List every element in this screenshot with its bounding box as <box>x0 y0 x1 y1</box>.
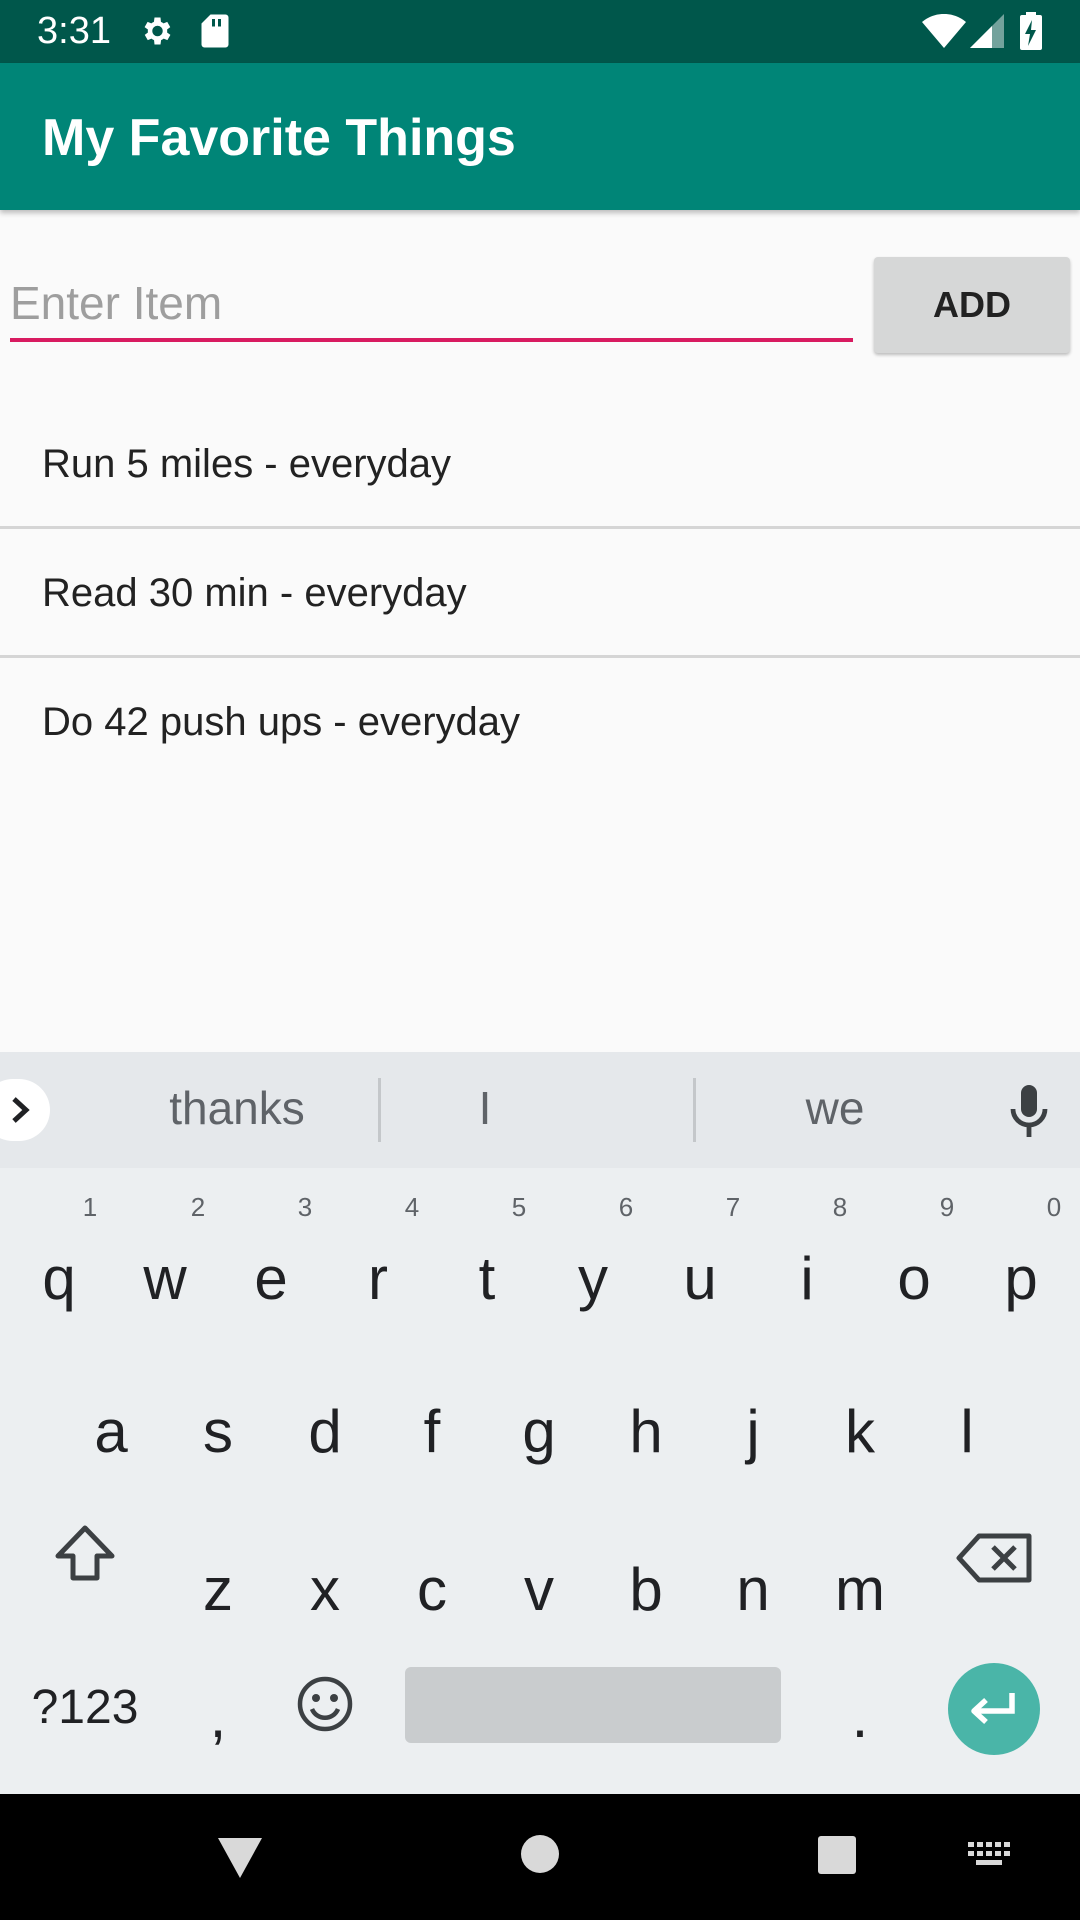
key-x[interactable]: x <box>280 1555 370 1625</box>
navigation-bar <box>0 1794 1080 1920</box>
status-bar: 3:31 <box>0 0 1080 63</box>
list-item[interactable]: Run 5 miles - everyday <box>0 400 1080 528</box>
key-e[interactable]: e <box>226 1244 316 1314</box>
suggestion-3[interactable]: we <box>755 1080 915 1136</box>
emoji-key-icon[interactable] <box>296 1675 354 1733</box>
key-u-hint: 7 <box>725 1192 741 1222</box>
key-c[interactable]: c <box>387 1555 477 1625</box>
key-r[interactable]: r <box>333 1244 423 1314</box>
key-e-hint: 3 <box>297 1192 313 1222</box>
enter-arrow-icon <box>971 1693 1015 1725</box>
key-a[interactable]: a <box>66 1397 156 1467</box>
battery-charging-icon <box>1020 12 1042 50</box>
suggestion-strip: thanks I we <box>0 1052 1080 1168</box>
key-m[interactable]: m <box>815 1555 905 1625</box>
key-l[interactable]: l <box>922 1397 1012 1467</box>
key-f[interactable]: f <box>387 1397 477 1467</box>
key-t-hint: 5 <box>511 1192 527 1222</box>
key-o-hint: 9 <box>939 1192 955 1222</box>
key-s[interactable]: s <box>173 1397 263 1467</box>
key-o[interactable]: o <box>869 1244 959 1314</box>
list-item-label: Do 42 push ups - everyday <box>42 700 521 744</box>
key-w-hint: 2 <box>190 1192 206 1222</box>
key-h[interactable]: h <box>601 1397 691 1467</box>
key-p-hint: 0 <box>1046 1192 1062 1222</box>
sd-card-icon <box>201 14 229 48</box>
backspace-key-icon[interactable] <box>955 1530 1035 1586</box>
list-item[interactable]: Read 30 min - everyday <box>0 529 1080 657</box>
soft-keyboard: thanks I we q 1 w 2 e 3 r 4 t 5 y 6 u 7 … <box>0 1052 1080 1794</box>
add-button[interactable]: ADD <box>874 257 1070 353</box>
key-y-hint: 6 <box>618 1192 634 1222</box>
key-u[interactable]: u <box>655 1244 745 1314</box>
key-k[interactable]: k <box>815 1397 905 1467</box>
suggestion-2[interactable]: I <box>435 1080 535 1136</box>
list-item[interactable]: Do 42 push ups - everyday <box>0 658 1080 786</box>
back-icon[interactable] <box>214 1832 266 1882</box>
expand-toolbar-button[interactable] <box>0 1079 50 1141</box>
key-i-hint: 8 <box>832 1192 848 1222</box>
key-i[interactable]: i <box>762 1244 852 1314</box>
wifi-icon <box>922 14 966 48</box>
space-key[interactable] <box>405 1667 781 1743</box>
keyboard-switch-icon[interactable] <box>966 1838 1012 1870</box>
key-n[interactable]: n <box>708 1555 798 1625</box>
enter-key[interactable] <box>948 1663 1040 1755</box>
key-r-hint: 4 <box>404 1192 420 1222</box>
key-b[interactable]: b <box>601 1555 691 1625</box>
key-d[interactable]: d <box>280 1397 370 1467</box>
app-title: My Favorite Things <box>42 109 516 167</box>
item-input[interactable] <box>10 268 853 342</box>
suggestion-divider <box>378 1078 381 1142</box>
shift-key-icon[interactable] <box>50 1522 120 1584</box>
signal-icon <box>970 14 1004 48</box>
list-item-label: Run 5 miles - everyday <box>42 442 452 486</box>
status-time: 3:31 <box>37 10 111 52</box>
microphone-icon[interactable] <box>1005 1083 1053 1139</box>
key-comma[interactable]: , <box>173 1682 263 1752</box>
key-y[interactable]: y <box>548 1244 638 1314</box>
key-q[interactable]: q <box>14 1244 104 1314</box>
home-icon[interactable] <box>518 1832 562 1876</box>
settings-icon <box>144 17 171 45</box>
key-v[interactable]: v <box>494 1555 584 1625</box>
symbols-key[interactable]: ?123 <box>20 1680 150 1735</box>
chevron-right-icon <box>12 1097 30 1123</box>
key-period[interactable]: . <box>815 1682 905 1752</box>
key-z[interactable]: z <box>173 1555 263 1625</box>
key-w[interactable]: w <box>120 1244 210 1314</box>
list-item-label: Read 30 min - everyday <box>42 571 467 615</box>
suggestion-1[interactable]: thanks <box>137 1080 337 1136</box>
recents-icon[interactable] <box>814 1832 860 1878</box>
key-j[interactable]: j <box>708 1397 798 1467</box>
key-q-hint: 1 <box>82 1192 98 1222</box>
key-p[interactable]: p <box>976 1244 1066 1314</box>
key-t[interactable]: t <box>442 1244 532 1314</box>
app-bar: My Favorite Things <box>0 63 1080 210</box>
key-g[interactable]: g <box>494 1397 584 1467</box>
suggestion-divider <box>693 1078 696 1142</box>
